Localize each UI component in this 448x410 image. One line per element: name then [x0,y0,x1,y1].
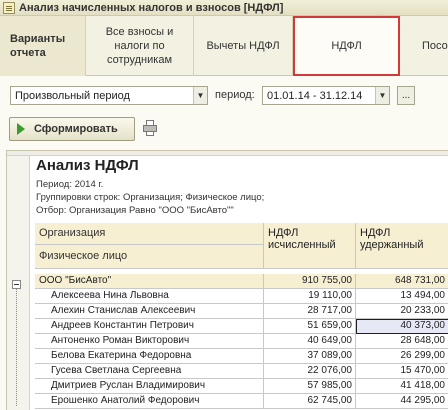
table-row-held[interactable]: 26 299,00 [356,349,448,364]
table-row-name[interactable]: Ерошенко Анатолий Федорович [35,394,264,409]
table-row-held[interactable]: 44 295,00 [356,394,448,409]
column-ruler [7,151,448,156]
period-range-value: 01.01.14 - 31.12.14 [267,89,363,102]
org-row-held[interactable]: 648 731,00 [356,274,448,289]
report-filter: Отбор: Организация Равно "ООО "БисАвто"" [36,205,234,216]
report-toolbar: Сформировать [0,116,448,142]
report-period: Период: 2014 г. [36,179,104,190]
header-person: Физическое лицо [35,245,264,269]
table-row-held[interactable]: 20 233,00 [356,304,448,319]
tab-posob[interactable]: Посо [400,16,448,76]
table-row-name[interactable]: Белова Екатерина Федоровна [35,349,264,364]
collapse-group-icon[interactable] [12,280,21,289]
window-titlebar: Анализ начисленных налогов и взносов [НД… [0,0,448,16]
table-row-name[interactable]: Алехин Станислав Алексеевич [35,304,264,319]
window-title: Анализ начисленных налогов и взносов [НД… [19,1,284,14]
table-row-name[interactable]: Гусева Светлана Сергеевна [35,364,264,379]
play-icon [17,123,25,135]
generate-button[interactable]: Сформировать [9,117,135,141]
period-label: период: [215,89,255,101]
print-icon[interactable] [142,120,158,136]
table-row-name[interactable]: Андреев Константин Петрович [35,319,264,334]
generate-label: Сформировать [34,123,118,135]
header-ndfl-withheld: НДФЛ удержанный [356,223,448,269]
group-tree-line [16,289,17,406]
report-title: Анализ НДФЛ [36,157,139,174]
table-row-held[interactable]: 15 470,00 [356,364,448,379]
period-selector: Произвольный период ▼ период: 01.01.14 -… [0,86,448,106]
tab-ndfl-deductions[interactable]: Вычеты НДФЛ [194,16,293,76]
table-row-calc[interactable]: 57 985,00 [264,379,356,394]
chevron-down-icon[interactable]: ▼ [375,87,389,104]
report-icon [3,1,15,14]
table-row-calc[interactable]: 51 659,00 [264,319,356,334]
table-row-calc[interactable]: 28 717,00 [264,304,356,319]
header-held-line1: НДФЛ [360,227,391,239]
table-row-calc[interactable]: 62 745,00 [264,394,356,409]
table-row-held-selected[interactable]: 40 373,00 [356,319,448,334]
table-row-calc[interactable]: 19 110,00 [264,289,356,304]
report-variant-tabs: Варианты отчета Все взносы и налоги по с… [0,16,448,76]
chevron-down-icon[interactable]: ▼ [193,87,207,104]
tab-all-contributions[interactable]: Все взносы и налоги по сотрудникам [86,16,194,76]
header-held-line2: удержанный [360,239,424,251]
org-row-calc[interactable]: 910 755,00 [264,274,356,289]
header-calc-line2: исчисленный [268,239,336,251]
table-row-calc[interactable]: 40 649,00 [264,334,356,349]
table-row-calc[interactable]: 37 089,00 [264,349,356,364]
table-row-calc[interactable]: 22 076,00 [264,364,356,379]
header-ndfl-calculated: НДФЛ исчисленный [264,223,356,269]
table-row-held[interactable]: 41 418,00 [356,379,448,394]
table-row-name[interactable]: Алексеева Нина Львовна [35,289,264,304]
table-row-held[interactable]: 13 494,00 [356,289,448,304]
report-grouping: Группировки строк: Организация; Физическ… [36,192,265,203]
period-range-select[interactable]: 01.01.14 - 31.12.14 ▼ [262,86,390,105]
table-row-name[interactable]: Антоненко Роман Викторович [35,334,264,349]
table-row-held[interactable]: 28 648,00 [356,334,448,349]
report-sheet[interactable]: Анализ НДФЛ Период: 2014 г. Группировки … [6,150,448,410]
header-organization: Организация [35,223,264,245]
period-more-button[interactable]: ... [397,86,415,105]
period-type-select[interactable]: Произвольный период ▼ [10,86,208,105]
org-row-name[interactable]: ООО "БисАвто" [35,274,264,289]
table-row-name[interactable]: Дмитриев Руслан Владимирович [35,379,264,394]
tab-ndfl[interactable]: НДФЛ [293,16,400,76]
period-type-value: Произвольный период [15,89,130,102]
header-calc-line1: НДФЛ [268,227,299,239]
tab-report-variants[interactable]: Варианты отчета [0,16,86,76]
